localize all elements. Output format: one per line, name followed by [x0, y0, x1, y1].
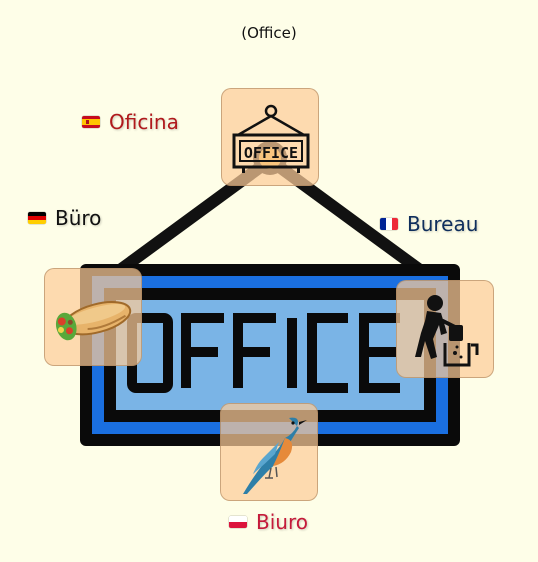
hint-tile-right[interactable]	[396, 280, 494, 378]
burrito-icon	[55, 301, 132, 341]
flag-fr-icon	[380, 218, 398, 230]
translation-spanish: Oficina	[82, 110, 179, 134]
translation-german-label: Büro	[55, 206, 102, 230]
bird-icon	[243, 417, 307, 494]
translation-polish: Biuro	[229, 510, 308, 534]
office-sign-small-icon: OFFICE	[232, 104, 310, 173]
cleaner-icon	[415, 295, 479, 367]
flag-pl-icon	[229, 516, 247, 528]
hint-tile-top[interactable]: OFFICE	[221, 88, 319, 186]
translation-spanish-label: Oficina	[109, 110, 179, 134]
flag-de-icon	[28, 212, 46, 224]
svg-text:OFFICE: OFFICE	[244, 144, 298, 162]
translation-polish-label: Biuro	[256, 510, 308, 534]
translation-french: Bureau	[380, 212, 478, 236]
flag-es-icon	[82, 116, 100, 128]
hint-tile-left[interactable]	[44, 268, 142, 366]
translation-german: Büro	[28, 206, 101, 230]
flashcard-stage: OFFICE Oficina Büro Bureau Biuro	[0, 0, 538, 562]
translation-french-label: Bureau	[407, 212, 479, 236]
hint-tile-bottom[interactable]	[220, 403, 318, 501]
